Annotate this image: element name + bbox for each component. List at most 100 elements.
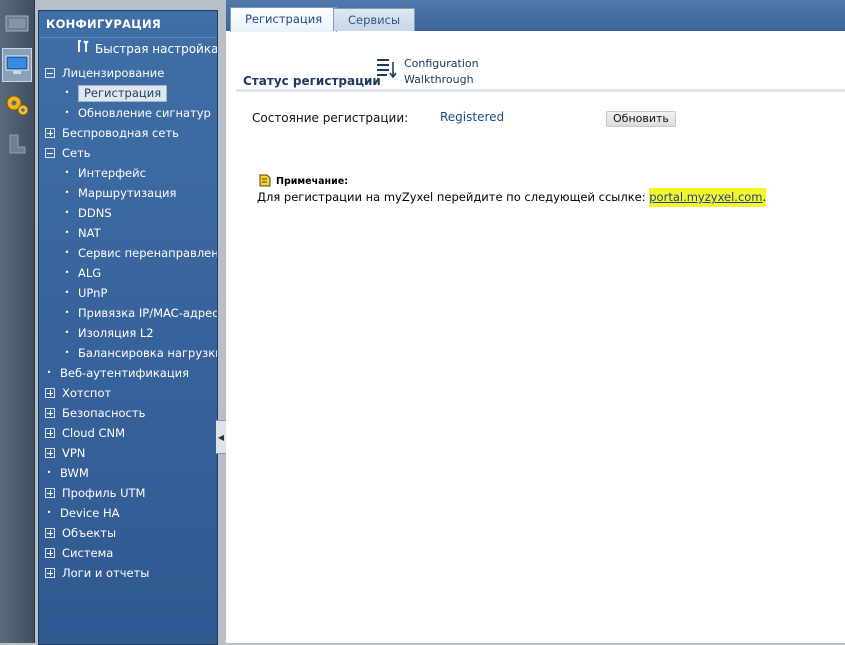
note-header: Примечание:: [258, 173, 348, 190]
sidebar-item-label: Cloud CNM: [62, 426, 126, 440]
bullet-icon[interactable]: •: [63, 183, 71, 203]
sidebar-item[interactable]: Беспроводная сеть: [39, 123, 217, 143]
bullet-icon[interactable]: •: [63, 163, 71, 183]
bullet-icon[interactable]: •: [63, 323, 71, 343]
expand-plus-icon[interactable]: [45, 128, 55, 138]
myzyxel-portal-link[interactable]: portal.myzyxel.com: [649, 190, 762, 204]
collapse-minus-icon[interactable]: [45, 148, 55, 158]
bullet-icon[interactable]: •: [63, 103, 71, 123]
sidebar-item-label: Объекты: [62, 526, 117, 540]
tab-registration[interactable]: Регистрация: [230, 7, 338, 32]
note-icon: [258, 173, 272, 190]
sidebar-item-label: Регистрация: [78, 84, 168, 102]
expand-plus-icon[interactable]: [45, 448, 55, 458]
expand-plus-icon[interactable]: [45, 528, 55, 538]
nav-tree: Лицензирование • Регистрация • Обновление си…: [39, 63, 217, 583]
quick-setup-link[interactable]: Быстрая настройка: [39, 38, 217, 60]
sidebar-item-label: Система: [62, 546, 114, 560]
bullet-icon[interactable]: •: [45, 503, 53, 523]
tools-icon: [77, 38, 91, 60]
bullet-icon[interactable]: •: [63, 83, 71, 103]
expand-plus-icon[interactable]: [45, 568, 55, 578]
sidebar: КОНФИГУРАЦИЯ Быстрая настройка Лицензиро…: [38, 10, 218, 645]
sidebar-item[interactable]: • Маршрутизация: [39, 183, 217, 203]
expand-plus-icon[interactable]: [45, 488, 55, 498]
sidebar-item-label: Device HA: [60, 506, 120, 520]
sidebar-item[interactable]: Логи и отчеты: [39, 563, 217, 583]
sidebar-item-label: Обновление сигнатур: [78, 106, 211, 120]
sidebar-item[interactable]: Профиль UTM: [39, 483, 217, 503]
bullet-icon[interactable]: •: [63, 243, 71, 263]
sidebar-title: КОНФИГУРАЦИЯ: [39, 11, 217, 38]
sidebar-item-label: Веб-аутентификация: [60, 366, 190, 380]
sidebar-item-label: Беспроводная сеть: [62, 126, 179, 140]
sidebar-item-label: Маршрутизация: [78, 186, 177, 200]
bullet-icon[interactable]: •: [45, 363, 53, 383]
sidebar-item[interactable]: • Изоляция L2: [39, 323, 217, 343]
sidebar-item[interactable]: Система: [39, 543, 217, 563]
sidebar-item[interactable]: • ALG: [39, 263, 217, 283]
expand-plus-icon[interactable]: [45, 548, 55, 558]
sidebar-item[interactable]: VPN: [39, 443, 217, 463]
bullet-icon[interactable]: •: [63, 343, 71, 363]
note-text: Для регистрации на myZyxel перейдите по …: [257, 188, 767, 207]
sidebar-item[interactable]: • Обновление сигнатур: [39, 103, 217, 123]
refresh-button[interactable]: Обновить: [606, 111, 676, 127]
quick-setup-label: Быстрая настройка: [95, 42, 218, 56]
sidebar-item-label: Профиль UTM: [62, 486, 146, 500]
configuration-gear-icon[interactable]: [2, 88, 32, 120]
sidebar-item[interactable]: Объекты: [39, 523, 217, 543]
bullet-icon[interactable]: •: [45, 463, 53, 483]
sidebar-item-label: UPnP: [78, 286, 108, 300]
sidebar-item[interactable]: • Привязка IP/MAC-адресо: [39, 303, 217, 323]
walkthrough-icon: [374, 56, 398, 83]
sidebar-item[interactable]: • Сервис перенаправлени: [39, 243, 217, 263]
sidebar-item-label: Сервис перенаправлени: [78, 246, 217, 260]
sidebar-item[interactable]: Сеть: [39, 143, 217, 163]
sidebar-item[interactable]: • Интерфейс: [39, 163, 217, 183]
sidebar-item-label: VPN: [62, 446, 86, 460]
sidebar-item-label: Логи и отчеты: [62, 566, 150, 580]
chevron-left-icon: ◀: [217, 432, 225, 442]
bullet-icon[interactable]: •: [63, 263, 71, 283]
bullet-icon[interactable]: •: [63, 283, 71, 303]
sidebar-item-label: Привязка IP/MAC-адресо: [78, 306, 217, 320]
note-body: Для регистрации на myZyxel перейдите по …: [257, 190, 650, 204]
sidebar-item[interactable]: • DDNS: [39, 203, 217, 223]
sidebar-item-label: NAT: [78, 226, 101, 240]
monitor-icon[interactable]: [2, 48, 32, 82]
expand-plus-icon[interactable]: [45, 408, 55, 418]
sidebar-item[interactable]: • UPnP: [39, 283, 217, 303]
sidebar-item[interactable]: • Device HA: [39, 503, 217, 523]
tab-services[interactable]: Сервисы: [333, 8, 416, 31]
bullet-icon[interactable]: •: [63, 303, 71, 323]
configuration-walkthrough-link[interactable]: Configuration Walkthrough: [374, 56, 479, 88]
bullet-icon[interactable]: •: [63, 223, 71, 243]
expand-plus-icon[interactable]: [45, 428, 55, 438]
sidebar-item[interactable]: Безопасность: [39, 403, 217, 423]
sidebar-item-label: Сеть: [62, 146, 91, 160]
sidebar-item[interactable]: • Веб-аутентификация: [39, 363, 217, 383]
sidebar-item[interactable]: • BWM: [39, 463, 217, 483]
sidebar-item-label: Изоляция L2: [78, 326, 154, 340]
sidebar-item[interactable]: Лицензирование: [39, 63, 217, 83]
expand-plus-icon[interactable]: [45, 388, 55, 398]
sidebar-item[interactable]: • Балансировка нагрузки с: [39, 343, 217, 363]
walkthrough-line1: Configuration: [404, 57, 479, 70]
main-panel: Регистрация Сервисы Статус регистрации C…: [226, 0, 845, 643]
sidebar-item-label: ALG: [78, 266, 102, 280]
sidebar-item[interactable]: • NAT: [39, 223, 217, 243]
sidebar-item[interactable]: • Регистрация: [39, 83, 217, 103]
dashboard-icon[interactable]: [2, 8, 32, 40]
bullet-icon[interactable]: •: [63, 203, 71, 223]
sidebar-item-label: Хотспот: [62, 386, 112, 400]
sidebar-item[interactable]: Cloud CNM: [39, 423, 217, 443]
sidebar-item[interactable]: Хотспот: [39, 383, 217, 403]
maintenance-icon[interactable]: [2, 128, 32, 160]
walkthrough-line2: Walkthrough: [404, 73, 474, 86]
collapse-minus-icon[interactable]: [45, 68, 55, 78]
registration-state-value: Registered: [440, 110, 505, 124]
sidebar-item-label: Лицензирование: [62, 66, 165, 80]
note-suffix: .: [762, 190, 767, 204]
tab-bar: Регистрация Сервисы: [226, 0, 845, 32]
